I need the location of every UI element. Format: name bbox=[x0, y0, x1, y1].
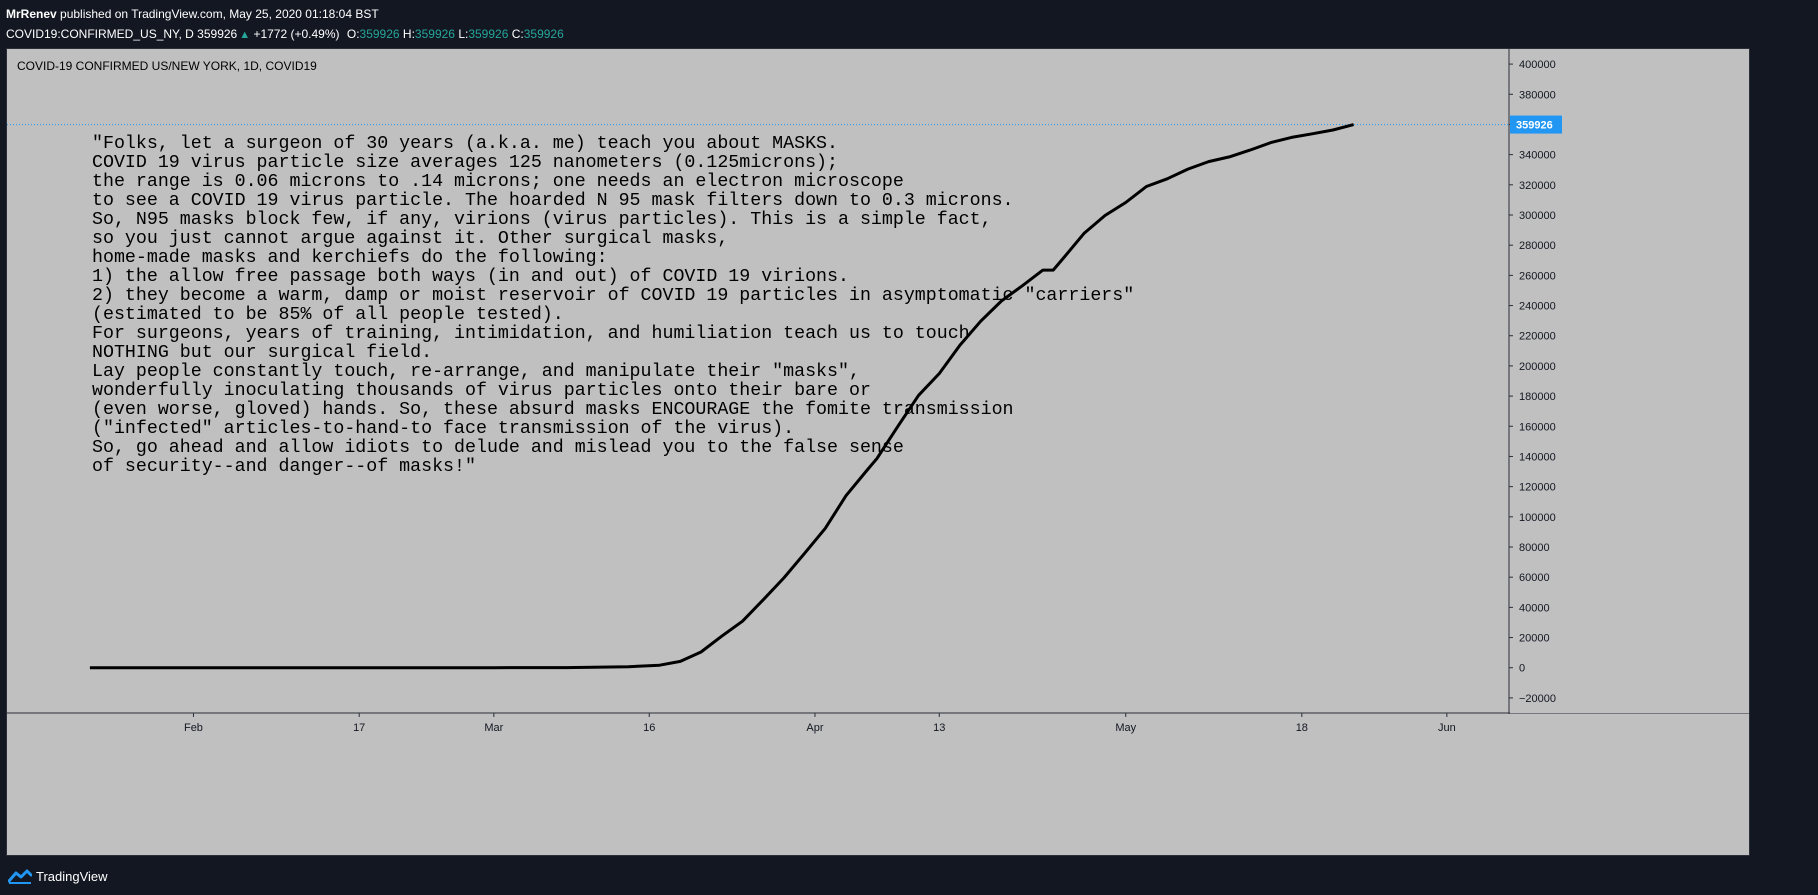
y-tick-label: 140000 bbox=[1519, 451, 1556, 463]
y-tick-label: 380000 bbox=[1519, 89, 1556, 101]
open-label: O: bbox=[346, 27, 360, 41]
close-value: 359926 bbox=[523, 27, 564, 41]
low-value: 359926 bbox=[468, 27, 509, 41]
annotation-line: (even worse, gloved) hands. So, these ab… bbox=[92, 400, 1014, 420]
y-tick-label: 200000 bbox=[1519, 361, 1556, 373]
y-tick-label: 260000 bbox=[1519, 270, 1556, 282]
chart-title: COVID-19 CONFIRMED US/NEW YORK, 1D, COVI… bbox=[17, 59, 317, 73]
annotation-line: "Folks, let a surgeon of 30 years (a.k.a… bbox=[92, 134, 838, 154]
y-tick-label: 100000 bbox=[1519, 512, 1556, 524]
y-tick-label: 20000 bbox=[1519, 633, 1550, 645]
author-name[interactable]: MrRenev bbox=[6, 7, 57, 21]
symbol-name: COVID19:CONFIRMED_US_NY, D bbox=[6, 27, 194, 41]
y-tick-label: 80000 bbox=[1519, 542, 1550, 554]
annotation-line: wonderfully inoculating thousands of vir… bbox=[92, 381, 871, 401]
y-tick-label: 60000 bbox=[1519, 572, 1550, 584]
annotation-line: So, N95 masks block few, if any, virions… bbox=[92, 210, 992, 230]
y-tick-label: 320000 bbox=[1519, 180, 1556, 192]
close-label: C: bbox=[511, 27, 524, 41]
annotation-line: to see a COVID 19 virus particle. The ho… bbox=[92, 191, 1014, 211]
up-arrow-icon: ▲ bbox=[239, 29, 251, 41]
y-tick-label: −20000 bbox=[1519, 693, 1556, 705]
y-tick-label: 240000 bbox=[1519, 301, 1556, 313]
annotation-line: For surgeons, years of training, intimid… bbox=[92, 324, 970, 344]
last-value-label: 359926 bbox=[1516, 120, 1553, 132]
y-tick-label: 160000 bbox=[1519, 421, 1556, 433]
high-label: H: bbox=[402, 27, 415, 41]
y-tick-label: 400000 bbox=[1519, 59, 1556, 71]
footer-brand[interactable]: TradingView bbox=[36, 869, 108, 884]
y-tick-label: 340000 bbox=[1519, 150, 1556, 162]
y-tick-label: 280000 bbox=[1519, 240, 1556, 252]
x-tick-label: 18 bbox=[1296, 722, 1308, 734]
y-tick-label: 40000 bbox=[1519, 602, 1550, 614]
y-tick-label: 220000 bbox=[1519, 331, 1556, 343]
footer: TradingView bbox=[8, 864, 108, 888]
y-tick-label: 180000 bbox=[1519, 391, 1556, 403]
y-tick-label: 300000 bbox=[1519, 210, 1556, 222]
annotation-line: of security--and danger--of masks!" bbox=[92, 457, 476, 477]
symbol-info: COVID19:CONFIRMED_US_NY, D 359926 ▲ +1772… bbox=[6, 24, 1806, 44]
y-tick-label: 120000 bbox=[1519, 482, 1556, 494]
x-tick-label: Apr bbox=[806, 722, 823, 734]
x-tick-label: May bbox=[1115, 722, 1136, 734]
high-value: 359926 bbox=[414, 27, 455, 41]
publish-date: published on TradingView.com, May 25, 20… bbox=[60, 7, 379, 21]
annotation-line: ("infected" articles-to-hand-to face tra… bbox=[92, 419, 794, 439]
x-tick-label: Jun bbox=[1438, 722, 1456, 734]
annotation-line: COVID 19 virus particle size averages 12… bbox=[92, 153, 838, 173]
x-tick-label: 13 bbox=[933, 722, 945, 734]
tradingview-logo-icon[interactable] bbox=[8, 868, 32, 884]
chart-header: MrRenev published on TradingView.com, Ma… bbox=[6, 4, 1806, 44]
open-value: 359926 bbox=[359, 27, 400, 41]
last-price: 359926 bbox=[197, 27, 238, 41]
annotation-line: NOTHING but our surgical field. bbox=[92, 343, 432, 363]
x-tick-label: 17 bbox=[353, 722, 365, 734]
annotation-line: 1) the allow free passage both ways (in … bbox=[92, 267, 849, 287]
annotation-line: the range is 0.06 microns to .14 microns… bbox=[92, 172, 904, 192]
x-tick-label: Feb bbox=[184, 722, 203, 734]
price-change: +1772 (+0.49%) bbox=[253, 27, 340, 41]
publish-info: MrRenev published on TradingView.com, Ma… bbox=[6, 4, 1806, 24]
x-tick-label: Mar bbox=[484, 722, 503, 734]
annotation-text-block: "Folks, let a surgeon of 30 years (a.k.a… bbox=[92, 134, 1134, 477]
annotation-line: so you just cannot argue against it. Oth… bbox=[92, 229, 728, 249]
x-tick-label: 16 bbox=[643, 722, 655, 734]
y-tick-label: 0 bbox=[1519, 663, 1525, 675]
annotation-line: So, go ahead and allow idiots to delude … bbox=[92, 438, 904, 458]
annotation-line: Lay people constantly touch, re-arrange,… bbox=[92, 362, 860, 382]
chart-svg[interactable]: COVID-19 CONFIRMED US/NEW YORK, 1D, COVI… bbox=[7, 49, 1749, 855]
time-scale[interactable] bbox=[7, 714, 1749, 855]
annotation-line: (estimated to be 85% of all people teste… bbox=[92, 305, 564, 325]
annotation-line: home-made masks and kerchiefs do the fol… bbox=[92, 248, 608, 268]
low-label: L: bbox=[458, 27, 469, 41]
chart-frame[interactable]: COVID-19 CONFIRMED US/NEW YORK, 1D, COVI… bbox=[6, 48, 1750, 856]
annotation-line: 2) they become a warm, damp or moist res… bbox=[92, 286, 1134, 306]
